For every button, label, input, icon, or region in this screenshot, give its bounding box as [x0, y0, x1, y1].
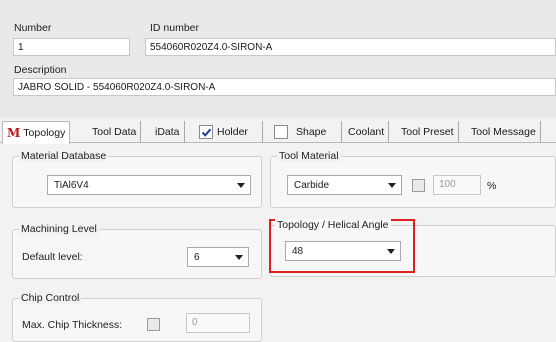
- tab-holder-label: Holder: [217, 126, 248, 138]
- max-chip-thickness-label: Max. Chip Thickness:: [22, 319, 123, 331]
- m-logo-icon: M: [7, 126, 21, 140]
- number-field[interactable]: 1: [13, 38, 130, 56]
- helical-angle-group: Topology / Helical Angle 48: [269, 219, 556, 277]
- chevron-down-icon: [230, 248, 248, 266]
- tab-coolant[interactable]: Coolant: [344, 121, 390, 143]
- tab-shape-label: Shape: [296, 126, 327, 138]
- tab-idata-label: iData: [155, 126, 180, 138]
- material-database-select[interactable]: TiAl6V4: [47, 175, 251, 195]
- default-level-label: Default level:: [22, 251, 83, 263]
- tab-holder[interactable]: Holder: [195, 121, 263, 143]
- number-label: Number: [14, 22, 52, 34]
- shape-checkbox[interactable]: [274, 125, 288, 139]
- chevron-down-icon: [382, 242, 400, 260]
- tab-tool-message-label: Tool Message: [471, 126, 536, 138]
- max-chip-thickness-checkbox[interactable]: [147, 318, 160, 331]
- tool-material-percent-checkbox[interactable]: [412, 179, 425, 192]
- helical-angle-select[interactable]: 48: [285, 241, 401, 261]
- tool-material-value: Carbide: [294, 179, 330, 191]
- tool-material-title: Tool Material: [277, 150, 341, 162]
- tool-material-percent-field[interactable]: 100: [433, 175, 481, 195]
- chevron-down-icon: [383, 176, 401, 194]
- material-database-title: Material Database: [19, 150, 109, 162]
- machining-level-title: Machining Level: [19, 223, 99, 235]
- tab-topology[interactable]: M Topology: [2, 121, 71, 144]
- default-level-value: 6: [194, 251, 200, 263]
- percent-unit-label: %: [487, 180, 497, 192]
- tab-strip: M Topology Tool Data iData Holder Shape …: [0, 121, 556, 144]
- material-database-group: Material Database TiAl6V4: [12, 150, 262, 208]
- holder-checkbox[interactable]: [199, 125, 213, 139]
- tab-shape[interactable]: Shape: [270, 121, 342, 143]
- tab-tool-preset-label: Tool Preset: [401, 126, 454, 138]
- default-level-select[interactable]: 6: [187, 247, 249, 267]
- helical-angle-value: 48: [292, 245, 304, 257]
- tab-idata[interactable]: iData: [151, 121, 185, 143]
- tool-material-select[interactable]: Carbide: [287, 175, 402, 195]
- chip-control-group: Chip Control Max. Chip Thickness: 0: [12, 292, 262, 342]
- id-number-field[interactable]: 554060R020Z4.0-SIRON-A: [145, 38, 556, 56]
- description-field[interactable]: JABRO SOLID - 554060R020Z4.0-SIRON-A: [13, 78, 556, 96]
- description-label: Description: [14, 64, 67, 76]
- tab-topology-label: Topology: [23, 127, 66, 139]
- tab-tool-data-label: Tool Data: [92, 126, 137, 138]
- machining-level-group: Machining Level Default level: 6: [12, 223, 262, 279]
- helical-angle-title: Topology / Helical Angle: [275, 219, 391, 231]
- tab-tool-preset[interactable]: Tool Preset: [397, 121, 459, 143]
- id-number-label: ID number: [150, 22, 200, 34]
- header-panel: [0, 0, 556, 118]
- material-database-value: TiAl6V4: [54, 179, 89, 191]
- chip-control-title: Chip Control: [19, 292, 82, 304]
- tab-tool-data[interactable]: Tool Data: [88, 121, 142, 143]
- tool-material-group: Tool Material Carbide 100 %: [270, 150, 556, 208]
- checkmark-icon: [201, 128, 211, 137]
- tab-tool-message[interactable]: Tool Message: [467, 121, 541, 143]
- tab-coolant-label: Coolant: [348, 126, 385, 138]
- max-chip-thickness-field[interactable]: 0: [186, 313, 250, 333]
- chevron-down-icon: [232, 176, 250, 194]
